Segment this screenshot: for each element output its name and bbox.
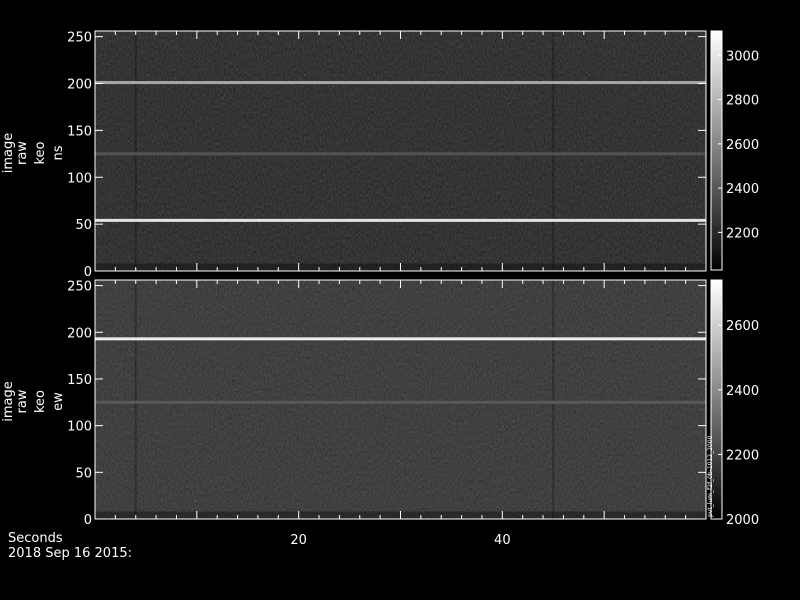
bright-row — [95, 152, 706, 156]
keogram-panel-2: 0 50 100 150 200 250 image raw keo ew 2000 2200 2400… — [1, 279, 759, 528]
y-axis-label-word: raw — [15, 389, 30, 413]
colorbar-tick-label: 2800 — [726, 94, 759, 109]
vertical-streak — [134, 280, 137, 519]
y-tick-label: 150 — [67, 373, 92, 388]
image-noise — [95, 280, 706, 519]
keogram-figure: 050100150200250image raw keo ns220024002600… — [1, 30, 759, 548]
y-tick-label: 150 — [67, 124, 92, 139]
y-tick-label: 200 — [67, 78, 92, 93]
colorbar-tick-label: 2200 — [726, 448, 759, 463]
vertical-streak — [552, 31, 555, 271]
bright-row — [95, 218, 706, 222]
x-tick-label: 40 — [494, 533, 511, 548]
bright-row — [95, 337, 706, 341]
y-tick-label: 200 — [67, 326, 92, 341]
y-axis-label-word: image — [1, 133, 16, 174]
y-tick-label: 0 — [84, 513, 92, 528]
bright-row — [95, 81, 706, 85]
y-tick-label: 0 — [84, 265, 92, 280]
y-tick-label: 100 — [67, 171, 92, 186]
y-axis-label-word: raw — [15, 141, 30, 165]
y-axis-label-word: keo — [33, 390, 48, 413]
y-tick-label: 100 — [67, 420, 92, 435]
colorbar-tick-label: 2600 — [726, 319, 759, 334]
y-tick-label: 50 — [75, 218, 92, 233]
y-axis-label-word: ew — [51, 392, 66, 411]
y-tick-label: 250 — [67, 280, 92, 295]
colorbar-tick-label: 2600 — [726, 138, 759, 153]
colorbar — [710, 30, 723, 271]
colorbar-tick-label: 2200 — [726, 226, 759, 241]
vertical-streak — [134, 31, 137, 271]
bright-row — [95, 400, 706, 404]
colorbar-tick-label: 2000 — [726, 513, 759, 528]
colorbar-tick-label: 2400 — [726, 182, 759, 197]
keogram-panel-1: 0 50 100 150 200 250 image raw keo ns 2200 2400 2600… — [1, 30, 759, 280]
y-axis-label-word: keo — [33, 141, 48, 164]
y-tick-label: 250 — [67, 31, 92, 46]
x-axis-title: Seconds — [8, 531, 63, 546]
date-label: 2018 Sep 16 2015: — [8, 546, 132, 561]
image-noise — [95, 31, 706, 271]
y-axis-label-word: image — [1, 381, 16, 422]
colorbar-tick-label: 2400 — [726, 384, 759, 399]
vertical-streak — [552, 280, 555, 519]
side-note: pvt_lum_f2f_0b-1012_2000 — [707, 435, 714, 517]
y-tick-label: 50 — [75, 466, 92, 481]
x-tick-label: 20 — [290, 533, 307, 548]
y-axis-label-word: ns — [51, 145, 66, 160]
colorbar-tick-label: 3000 — [726, 49, 759, 64]
